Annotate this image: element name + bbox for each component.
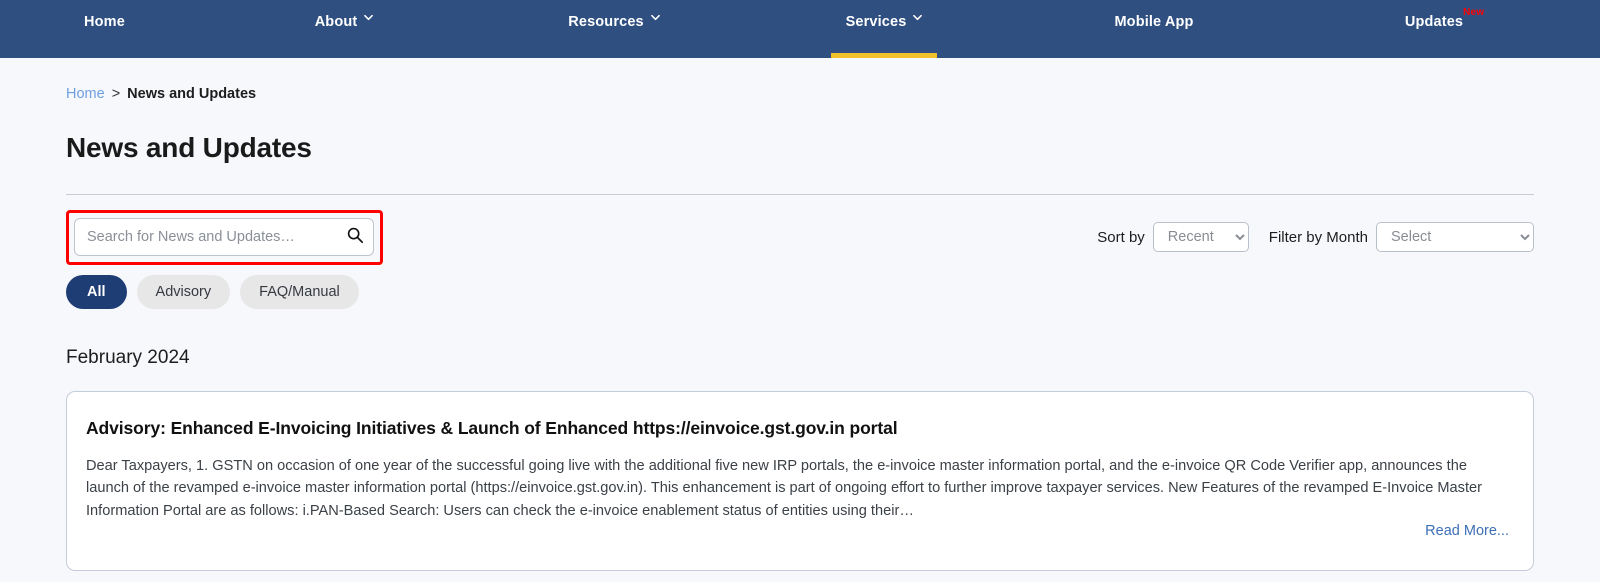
chevron-down-icon (913, 13, 923, 22)
nav-item-mobile-app-label: Mobile App (1114, 14, 1194, 30)
pill-faq-manual[interactable]: FAQ/Manual (240, 275, 359, 309)
breadcrumb-home-link[interactable]: Home (66, 86, 105, 102)
search-input[interactable] (74, 217, 374, 256)
toolbar: Sort by Recent Filter by Month Select (66, 209, 1534, 265)
nav-item-about[interactable]: About (209, 14, 479, 58)
nav-item-resources[interactable]: Resources (479, 14, 749, 58)
nav-item-home[interactable]: Home (0, 14, 209, 58)
breadcrumb: Home > News and Updates (66, 86, 1534, 102)
sort-by-label: Sort by (1097, 228, 1145, 246)
search-icon (346, 226, 364, 247)
news-card-title: Advisory: Enhanced E-Invoicing Initiativ… (86, 418, 898, 438)
filter-controls: Sort by Recent Filter by Month Select (1097, 222, 1534, 252)
nav-item-updates[interactable]: Updates New (1289, 8, 1600, 58)
nav-item-mobile-app[interactable]: Mobile App (1019, 14, 1289, 58)
filter-by-month-select[interactable]: Select (1376, 222, 1534, 252)
news-card-body: Dear Taxpayers, 1. GSTN on occasion of o… (86, 457, 1483, 519)
filter-by-month-label: Filter by Month (1268, 228, 1368, 246)
nav-active-indicator (831, 53, 937, 58)
pill-advisory[interactable]: Advisory (136, 275, 231, 309)
news-card[interactable]: Advisory: Enhanced E-Invoicing Initiativ… (66, 391, 1534, 571)
page-content: Home > News and Updates News and Updates (0, 86, 1600, 571)
nav-item-home-label: Home (84, 14, 125, 30)
new-badge: New (1463, 7, 1485, 18)
header-divider (66, 194, 1534, 195)
breadcrumb-separator: > (111, 86, 121, 102)
sort-by-select[interactable]: Recent (1152, 222, 1249, 252)
category-filter-pills: All Advisory FAQ/Manual (66, 275, 1534, 309)
search-highlight-annotation (66, 209, 383, 265)
search-container (74, 217, 374, 256)
nav-item-updates-label: Updates (1404, 14, 1464, 30)
month-section-heading: February 2024 (66, 347, 190, 368)
breadcrumb-current: News and Updates (127, 86, 257, 102)
nav-item-resources-label: Resources (568, 14, 644, 30)
nav-item-services-label: Services (845, 14, 907, 30)
pill-all[interactable]: All (66, 275, 127, 309)
search-button[interactable] (345, 227, 365, 247)
read-more-link[interactable]: Read More... (86, 523, 1509, 539)
nav-item-about-label: About (314, 14, 358, 30)
chevron-down-icon (650, 13, 660, 22)
page-title: News and Updates (66, 132, 312, 163)
nav-item-services[interactable]: Services (749, 14, 1019, 58)
nav-items-container: Home About Resources Services Mobile App (0, 0, 1600, 58)
top-navigation-bar: Home About Resources Services Mobile App (0, 0, 1600, 58)
chevron-down-icon (364, 13, 374, 22)
